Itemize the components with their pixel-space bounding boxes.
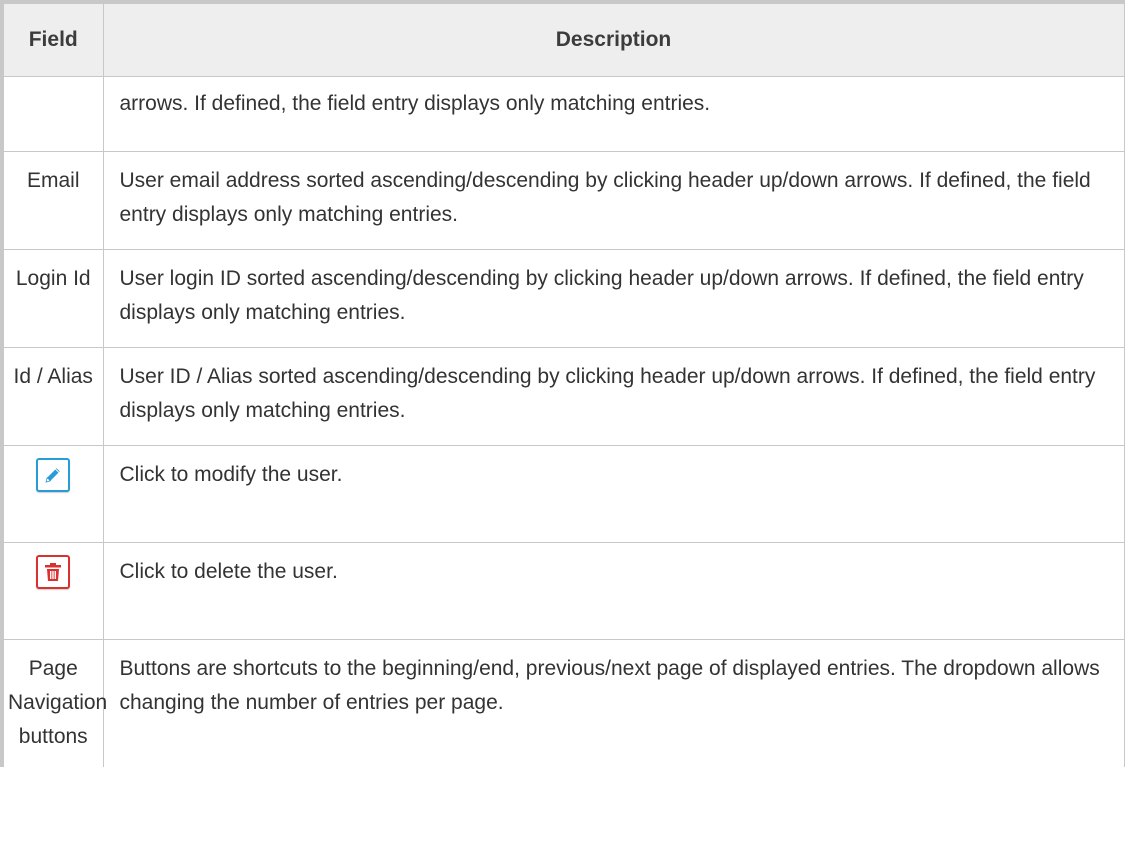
field-cell: Page Navigation buttons [0,639,107,767]
description-cell: User ID / Alias sorted ascending/descend… [102,347,1125,446]
pencil-edit-icon [36,458,71,492]
field-cell [0,76,104,152]
table-row: Click to modify the user. [0,445,1125,543]
description-cell: Click to modify the user. [102,445,1125,543]
table-row: Login Id User login ID sorted ascending/… [0,249,1125,348]
header-field: Field [0,0,104,77]
table-header-row: Field Description [0,0,1125,77]
description-cell: arrows. If defined, the field entry disp… [102,76,1125,152]
table-row: arrows. If defined, the field entry disp… [0,76,1125,152]
field-description-table: Field Description arrows. If defined, th… [0,0,1125,767]
field-cell [0,445,104,543]
field-cell: Id / Alias [0,347,104,446]
field-cell: Email [0,151,104,250]
header-description: Description [102,0,1125,77]
table-row: Click to delete the user. [0,542,1125,640]
description-cell: Click to delete the user. [102,542,1125,640]
description-cell: User login ID sorted ascending/descendin… [102,249,1125,348]
table-row: Email User email address sorted ascendin… [0,151,1125,250]
field-description-table-wrapper: Field Description arrows. If defined, th… [0,0,1125,767]
field-cell [0,542,104,640]
description-cell: User email address sorted ascending/desc… [102,151,1125,250]
trash-delete-icon [36,555,71,589]
table-row: Page Navigation buttons Buttons are shor… [0,639,1125,767]
table-row: Id / Alias User ID / Alias sorted ascend… [0,347,1125,446]
field-cell: Login Id [0,249,104,348]
description-cell: Buttons are shortcuts to the beginning/e… [102,639,1125,767]
